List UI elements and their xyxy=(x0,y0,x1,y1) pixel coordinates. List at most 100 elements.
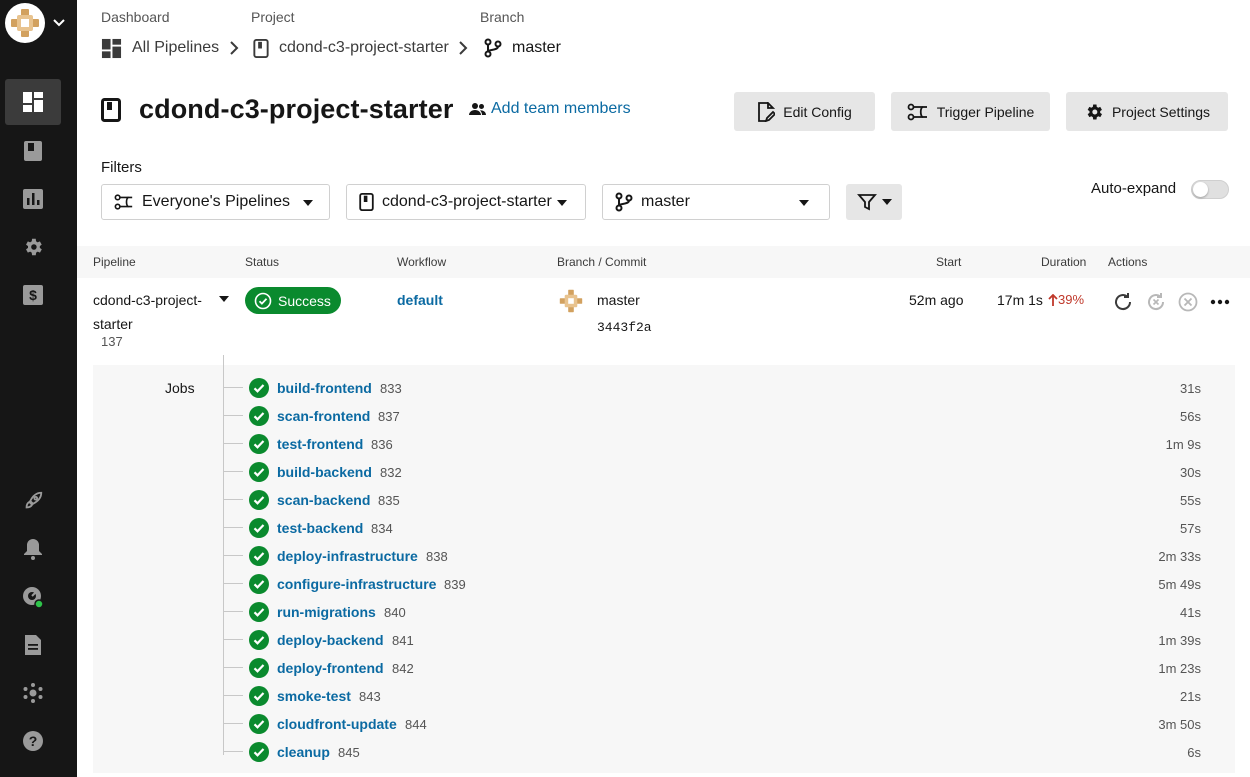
branch-icon xyxy=(615,192,633,212)
job-number: 837 xyxy=(378,409,400,424)
duration-change: 39% xyxy=(1048,292,1084,307)
insights-icon[interactable] xyxy=(5,176,61,222)
breadcrumb-branch[interactable]: master xyxy=(484,37,561,59)
job-name-link[interactable]: test-frontend xyxy=(277,436,363,452)
job-duration: 56s xyxy=(1180,409,1201,424)
job-name-link[interactable]: configure-infrastructure xyxy=(277,576,436,592)
status-badge-label: Success xyxy=(278,292,331,309)
add-team-members-link[interactable]: Add team members xyxy=(469,100,631,118)
job-row: build-backend 832 30s xyxy=(223,458,1223,486)
workflow-link[interactable]: default xyxy=(397,292,443,308)
breadcrumb-all-pipelines-label: All Pipelines xyxy=(132,39,220,56)
breadcrumb-project-name: cdond-c3-project-starter xyxy=(279,39,449,56)
pipelines-filter-select[interactable]: Everyone's Pipelines xyxy=(101,184,330,220)
job-number: 841 xyxy=(392,633,414,648)
tree-connector xyxy=(223,471,243,472)
check-circle-icon xyxy=(249,546,269,566)
rocket-icon[interactable] xyxy=(5,478,61,524)
project-icon xyxy=(253,38,269,58)
job-number: 838 xyxy=(426,549,448,564)
breadcrumb-all-pipelines[interactable]: All Pipelines xyxy=(101,37,219,59)
help-icon[interactable]: ? xyxy=(5,718,61,764)
column-header-start: Start xyxy=(936,255,962,269)
caret-down-icon xyxy=(799,200,809,206)
job-number: 839 xyxy=(444,577,466,592)
expand-caret-icon[interactable] xyxy=(219,296,229,302)
page-title: cdond-c3-project-starter xyxy=(101,94,453,125)
check-circle-icon xyxy=(249,630,269,650)
commit-hash[interactable]: 3443f2a xyxy=(597,320,652,335)
job-number: 842 xyxy=(392,661,414,676)
advanced-filter-button[interactable] xyxy=(846,184,902,220)
job-row: deploy-frontend 842 1m 23s xyxy=(223,654,1223,682)
job-name-link[interactable]: test-backend xyxy=(277,520,363,536)
docs-icon[interactable] xyxy=(5,622,61,668)
job-name-link[interactable]: scan-backend xyxy=(277,492,370,508)
auto-expand-toggle[interactable] xyxy=(1191,180,1229,199)
commit-avatar xyxy=(557,287,585,315)
job-name-link[interactable]: scan-frontend xyxy=(277,408,370,424)
job-name-link[interactable]: build-frontend xyxy=(277,380,372,396)
community-icon[interactable] xyxy=(5,670,61,716)
page-title-text: cdond-c3-project-starter xyxy=(139,94,454,124)
job-row: test-backend 834 57s xyxy=(223,514,1223,542)
status-icon[interactable] xyxy=(5,574,61,620)
check-circle-icon xyxy=(249,602,269,622)
column-header-branch-commit: Branch / Commit xyxy=(557,255,647,269)
check-circle-icon xyxy=(249,406,269,426)
job-name-link[interactable]: smoke-test xyxy=(277,688,351,704)
projects-icon[interactable] xyxy=(5,128,61,174)
chevron-right-icon xyxy=(230,41,239,55)
cancel-button[interactable] xyxy=(1176,290,1200,314)
pipeline-name[interactable]: cdond-c3-project-starter xyxy=(93,288,203,336)
job-name-link[interactable]: deploy-frontend xyxy=(277,660,384,676)
tree-connector xyxy=(223,527,243,528)
dashboard-icon[interactable] xyxy=(5,79,61,125)
plan-icon[interactable]: $ xyxy=(5,272,61,318)
branch-icon xyxy=(484,38,502,58)
job-row: deploy-infrastructure 838 2m 33s xyxy=(223,542,1223,570)
job-row: configure-infrastructure 839 5m 49s xyxy=(223,570,1223,598)
rerun-failed-button[interactable] xyxy=(1144,290,1168,314)
tree-connector xyxy=(223,499,243,500)
trigger-pipeline-button[interactable]: Trigger Pipeline xyxy=(891,92,1050,131)
job-number: 834 xyxy=(371,521,393,536)
job-row: cloudfront-update 844 3m 50s xyxy=(223,710,1223,738)
job-name-link[interactable]: deploy-infrastructure xyxy=(277,548,418,564)
job-name-link[interactable]: run-migrations xyxy=(277,604,376,620)
job-duration: 1m 39s xyxy=(1158,633,1201,648)
svg-text:$: $ xyxy=(29,287,37,303)
rerun-icon xyxy=(1115,293,1132,311)
bell-icon[interactable] xyxy=(5,526,61,572)
project-filter-select[interactable]: cdond-c3-project-starter xyxy=(346,184,586,220)
job-number: 845 xyxy=(338,745,360,760)
check-circle-icon xyxy=(249,686,269,706)
toggle-knob xyxy=(1193,182,1208,197)
settings-icon[interactable] xyxy=(5,224,61,270)
more-actions-button[interactable] xyxy=(1208,290,1232,314)
duration: 17m 1s xyxy=(997,292,1043,308)
project-settings-button[interactable]: Project Settings xyxy=(1066,92,1228,131)
org-avatar xyxy=(5,3,45,43)
column-header-duration: Duration xyxy=(1041,255,1087,269)
breadcrumb-project-label: Project xyxy=(251,9,295,25)
job-duration: 41s xyxy=(1180,605,1201,620)
caret-down-icon xyxy=(557,200,567,206)
branch-filter-select[interactable]: master xyxy=(602,184,830,220)
breadcrumb-project[interactable]: cdond-c3-project-starter xyxy=(253,37,449,59)
edit-config-button[interactable]: Edit Config xyxy=(734,92,875,131)
job-name-link[interactable]: deploy-backend xyxy=(277,632,384,648)
filters-label: Filters xyxy=(101,159,142,176)
job-name-link[interactable]: cloudfront-update xyxy=(277,716,397,732)
job-name-link[interactable]: build-backend xyxy=(277,464,372,480)
status-badge[interactable]: Success xyxy=(245,287,341,314)
org-switcher[interactable] xyxy=(5,3,69,45)
job-row: run-migrations 840 41s xyxy=(223,598,1223,626)
job-duration: 30s xyxy=(1180,465,1201,480)
job-row: scan-frontend 837 56s xyxy=(223,402,1223,430)
caret-down-icon xyxy=(303,200,313,206)
rerun-failed-icon xyxy=(1148,293,1165,311)
rerun-button[interactable] xyxy=(1111,290,1135,314)
svg-text:?: ? xyxy=(29,733,38,749)
job-name-link[interactable]: cleanup xyxy=(277,744,330,760)
